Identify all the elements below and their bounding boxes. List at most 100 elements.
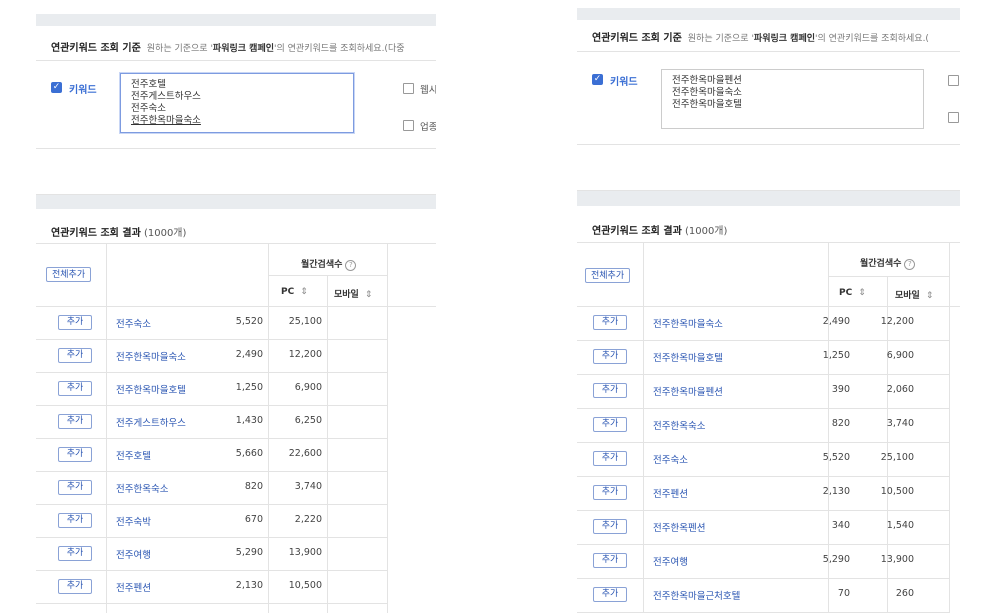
add-keyword-button[interactable]: 추가 (58, 512, 92, 528)
add-keyword-button[interactable]: 추가 (58, 347, 92, 363)
add-keyword-button[interactable]: 추가 (58, 578, 92, 594)
help-icon[interactable]: ? (904, 259, 916, 270)
keyword-link[interactable]: 전주한옥마을근처호텔 (653, 588, 740, 602)
keyword-checkbox[interactable]: ✓ (51, 82, 62, 93)
mid-gray-band (577, 191, 960, 206)
keyword-link[interactable]: 전주여행 (653, 554, 688, 568)
top-gray-band (577, 8, 960, 20)
row-divider (36, 504, 387, 505)
keyword-link[interactable]: 전주한옥마을호텔 (116, 382, 186, 396)
pc-column-header[interactable]: PC ⇕ (281, 287, 308, 297)
pc-search-count: 5,520 (235, 315, 263, 327)
keyword-link[interactable]: 전주한옥펜션 (653, 520, 705, 534)
pc-search-count: 1,430 (235, 414, 263, 426)
row-divider (36, 570, 387, 571)
col-divider (106, 243, 107, 613)
sort-icon: ⇕ (925, 291, 934, 301)
keyword-link[interactable]: 전주한옥숙소 (116, 481, 168, 495)
add-keyword-button[interactable]: 추가 (593, 485, 627, 500)
add-keyword-button[interactable]: 추가 (593, 349, 627, 364)
pc-search-count: 5,290 (822, 554, 850, 565)
keyword-link[interactable]: 전주숙박 (116, 514, 151, 528)
keyword-link[interactable]: 전주한옥마을펜션 (653, 384, 723, 398)
keyword-link[interactable]: 전주펜션 (653, 486, 688, 500)
keyword-link[interactable]: 전주한옥마을숙소 (653, 316, 723, 330)
right-panel: 연관키워드 조회 기준 원하는 기준으로 '파워링크 캠페인'의 연관키워드를 조… (577, 0, 960, 613)
row-divider (577, 340, 949, 341)
pc-column-header[interactable]: PC ⇕ (839, 288, 866, 298)
keyword-link[interactable]: 전주숙소 (116, 316, 151, 330)
checkbox-icon (948, 112, 959, 123)
add-all-button[interactable]: 전체추가 (585, 268, 631, 283)
keyword-line: 전주숙소 (131, 103, 166, 114)
pc-search-count: 1,250 (822, 350, 850, 361)
row-divider (36, 471, 387, 472)
keyword-link[interactable]: 전주펜션 (116, 580, 151, 594)
criteria-header: 연관키워드 조회 기준 원하는 기준으로 '파워링크 캠페인'의 연관키워드를 조… (51, 39, 405, 54)
add-keyword-button[interactable]: 추가 (593, 553, 627, 568)
add-keyword-button[interactable]: 추가 (593, 417, 627, 432)
business-option[interactable]: 업종 (403, 119, 436, 133)
pc-search-count: 820 (244, 480, 263, 492)
results-section: 연관키워드 조회 결과 (1000개) 전체추가 월간검색수? PC ⇕ 모바일 ⇕… (577, 206, 960, 613)
keyword-link[interactable]: 전주게스트하우스 (116, 415, 186, 429)
keyword-link[interactable]: 전주여행 (116, 547, 151, 561)
header-bottom (36, 306, 436, 307)
add-keyword-button[interactable]: 추가 (58, 413, 92, 429)
row-divider (577, 374, 949, 375)
add-keyword-button[interactable]: 추가 (58, 314, 92, 330)
col-divider (387, 243, 388, 613)
criteria-section: 연관키워드 조회 기준 원하는 기준으로 '파워링크 캠페인'의 연관키워드를 조… (36, 26, 436, 195)
add-keyword-button[interactable]: 추가 (593, 383, 627, 398)
add-keyword-button[interactable]: 추가 (58, 479, 92, 495)
add-keyword-button[interactable]: 추가 (58, 446, 92, 462)
results-section: 연관키워드 조회 결과 (1000개) 전체추가 월간검색수? PC ⇕ 모바일 ⇕… (36, 209, 436, 613)
keyword-checkbox[interactable]: ✓ (592, 74, 603, 85)
add-keyword-button[interactable]: 추가 (593, 451, 627, 466)
keyword-link[interactable]: 전주한옥숙소 (653, 418, 705, 432)
results-title: 연관키워드 조회 결과 (1000개) (51, 228, 187, 239)
option-checkbox[interactable] (948, 112, 960, 125)
mobile-column-header[interactable]: 모바일 ⇕ (334, 287, 372, 300)
keyword-link[interactable]: 전주호텔 (116, 448, 151, 462)
header-bottom (577, 306, 960, 307)
add-keyword-button[interactable]: 추가 (58, 380, 92, 396)
add-keyword-button[interactable]: 추가 (593, 315, 627, 330)
mobile-search-count: 6,250 (294, 414, 322, 426)
monthly-search-header: 월간검색수? (301, 257, 357, 271)
keyword-line: 전주호텔 (131, 79, 166, 90)
criteria-divider-bottom (36, 148, 436, 149)
criteria-title: 연관키워드 조회 기준 (51, 43, 141, 54)
mobile-column-header[interactable]: 모바일 ⇕ (895, 288, 933, 301)
website-option[interactable]: 웹시 (403, 82, 436, 96)
header-divider (828, 276, 949, 277)
mobile-search-count: 22,600 (288, 447, 322, 459)
checkbox-icon (403, 83, 414, 94)
keyword-textarea[interactable]: 전주한옥마을펜션 전주한옥마을숙소 전주한옥마을호텔 (661, 69, 924, 129)
pc-search-count: 2,490 (235, 348, 263, 360)
row-divider (577, 544, 949, 545)
header-divider (268, 275, 387, 276)
monthly-search-header: 월간검색수? (860, 256, 916, 270)
mid-gray-band (36, 195, 436, 209)
keyword-label: 키워드 (69, 85, 97, 96)
col-divider (949, 242, 950, 613)
add-keyword-button[interactable]: 추가 (593, 587, 627, 602)
keyword-link[interactable]: 전주한옥마을숙소 (116, 349, 186, 363)
table-top-border (36, 243, 436, 244)
row-divider (36, 372, 387, 373)
add-keyword-button[interactable]: 추가 (593, 519, 627, 534)
keyword-line: 전주한옥마을숙소 (672, 87, 742, 98)
option-checkbox[interactable] (948, 75, 960, 88)
add-keyword-button[interactable]: 추가 (58, 545, 92, 561)
keyword-link[interactable]: 전주숙소 (653, 452, 688, 466)
pc-search-count: 670 (244, 513, 263, 525)
pc-search-count: 340 (831, 520, 850, 531)
help-icon[interactable]: ? (345, 260, 357, 271)
keyword-label: 키워드 (610, 77, 638, 88)
add-all-button[interactable]: 전체추가 (46, 267, 92, 282)
mobile-search-count: 3,740 (886, 418, 914, 429)
pc-search-count: 2,130 (235, 579, 263, 591)
keyword-textarea[interactable]: 전주호텔 전주게스트하우스 전주숙소 전주한옥마을숙소 (120, 73, 354, 133)
keyword-link[interactable]: 전주한옥마을호텔 (653, 350, 723, 364)
